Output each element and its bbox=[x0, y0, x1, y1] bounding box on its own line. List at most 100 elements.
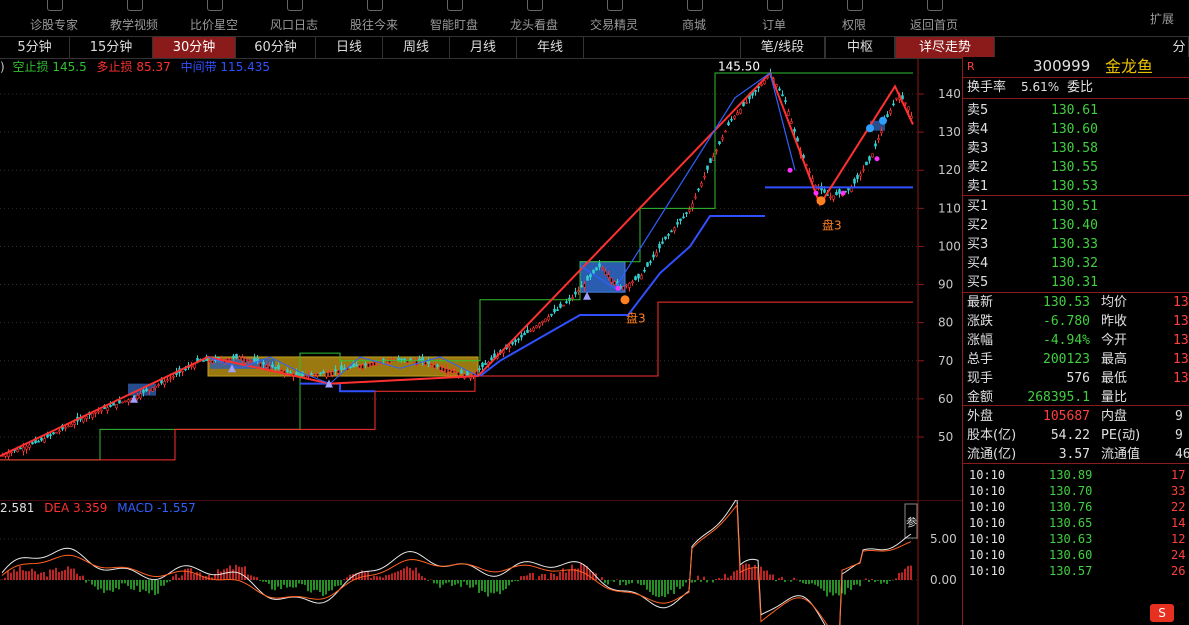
y-tick-label: 140 bbox=[938, 87, 961, 101]
tick-volume: 12 bbox=[1171, 532, 1186, 546]
toolbar-button[interactable]: 返回首页 bbox=[894, 0, 974, 36]
short-stop-value: 145.5 bbox=[52, 60, 87, 74]
tick-time: 10:10 bbox=[969, 564, 1006, 578]
candle-body bbox=[454, 371, 457, 373]
candle-body bbox=[106, 407, 109, 411]
tab-period[interactable]: 60分钟 bbox=[236, 37, 316, 58]
candle-body bbox=[793, 129, 796, 132]
stat-label-2: 最低 bbox=[1101, 371, 1128, 386]
toolbar-button[interactable]: 权限 bbox=[814, 0, 894, 36]
candle-body bbox=[235, 353, 238, 358]
candle-body bbox=[52, 432, 55, 435]
toolbar-button[interactable]: 智能盯盘 bbox=[414, 0, 494, 36]
signal-dot bbox=[813, 190, 819, 196]
tick-row: 10:10 130.57 26 bbox=[963, 563, 1189, 579]
bid-label: 买1 bbox=[967, 199, 989, 214]
candle-body bbox=[277, 364, 280, 370]
toolbar-button[interactable]: 教学视频 bbox=[94, 0, 174, 36]
tab-period[interactable]: 年线 bbox=[517, 37, 584, 58]
candle-body bbox=[367, 363, 370, 368]
candle-body bbox=[451, 370, 454, 374]
toolbar-icon bbox=[527, 0, 543, 11]
macd-chart[interactable]: 5.00 0.00 参 bbox=[0, 500, 962, 625]
signal-dot bbox=[615, 285, 621, 291]
turnover-value: 5.61% bbox=[1021, 80, 1060, 94]
candle-body bbox=[703, 176, 706, 178]
candle-body bbox=[481, 362, 484, 368]
candle-body bbox=[760, 83, 763, 86]
candlestick-chart[interactable]: 140 130 120 110 100 90 80 70 60 50 盘3 盘3 145.50 bbox=[0, 58, 962, 500]
stat-value-2: 9 bbox=[1175, 428, 1183, 443]
tab-period[interactable]: 月线 bbox=[450, 37, 517, 58]
toolbar-button[interactable]: 诊股专家 bbox=[14, 0, 94, 36]
tab-period[interactable]: 周线 bbox=[383, 37, 450, 58]
toolbar-button[interactable]: 商城 bbox=[654, 0, 734, 36]
candle-body bbox=[70, 423, 73, 427]
toolbar-icon bbox=[927, 0, 943, 11]
candle-body bbox=[262, 362, 265, 365]
ask-label: 卖1 bbox=[967, 179, 989, 194]
candle-body bbox=[646, 262, 649, 267]
candle-body bbox=[526, 329, 529, 333]
candle-body bbox=[82, 417, 85, 423]
tab-period[interactable]: 15分钟 bbox=[70, 37, 153, 58]
stat-row: 总手 200123 最高 13 bbox=[963, 350, 1189, 369]
stat-label-2: 今开 bbox=[1101, 333, 1128, 348]
tab-period[interactable]: 5分钟 bbox=[0, 37, 70, 58]
toolbar-button[interactable]: 订单 bbox=[734, 0, 814, 36]
candle-body bbox=[37, 440, 40, 443]
toolbar-icon bbox=[207, 0, 223, 11]
candle-body bbox=[625, 284, 628, 287]
dif-value: 2.581 bbox=[0, 501, 35, 515]
toolbar-label: 返回首页 bbox=[909, 18, 958, 32]
candle-body bbox=[322, 371, 325, 374]
ask-row: 卖1 130.53 bbox=[963, 177, 1189, 196]
candle-body bbox=[154, 385, 157, 389]
toolbar-button[interactable]: 比价星空 bbox=[174, 0, 254, 36]
stat-value: 130.53 bbox=[1043, 295, 1090, 310]
toolbar-button[interactable]: 交易精灵 bbox=[574, 0, 654, 36]
bid-label: 买2 bbox=[967, 218, 989, 233]
candle-body bbox=[595, 267, 598, 271]
expand-button[interactable]: 扩展 bbox=[1150, 10, 1174, 27]
stat-label-2: 内盘 bbox=[1101, 409, 1128, 424]
stat-label: 股本(亿) bbox=[967, 428, 1017, 443]
candle-body bbox=[334, 369, 337, 372]
candle-body bbox=[784, 100, 787, 102]
tab-edge[interactable]: 分 bbox=[1170, 37, 1189, 58]
tab-chan[interactable]: 中枢 bbox=[825, 37, 895, 58]
tab-period[interactable]: 日线 bbox=[316, 37, 383, 58]
candle-body bbox=[325, 372, 328, 378]
candle-body bbox=[892, 103, 895, 106]
tick-time: 10:10 bbox=[969, 548, 1006, 562]
ask-row: 卖5 130.61 bbox=[963, 101, 1189, 120]
candle-body bbox=[715, 149, 718, 152]
candle-body bbox=[709, 158, 712, 163]
tick-time: 10:10 bbox=[969, 532, 1006, 546]
mid-band-label: 中间带 bbox=[180, 60, 217, 74]
ask-label: 卖2 bbox=[967, 160, 989, 175]
tab-period[interactable]: 30分钟 bbox=[153, 37, 236, 58]
toolbar-icon bbox=[287, 0, 303, 11]
tick-row: 10:10 130.76 22 bbox=[963, 499, 1189, 515]
toolbar-label: 龙头看盘 bbox=[509, 18, 558, 32]
candle-body bbox=[448, 369, 451, 373]
macd-tick-label: 0.00 bbox=[930, 573, 957, 587]
stat-label: 流通(亿) bbox=[967, 447, 1017, 462]
candle-body bbox=[250, 360, 253, 362]
candle-body bbox=[94, 411, 97, 414]
candle-body bbox=[529, 329, 532, 332]
tab-chan[interactable]: 详尽走势 bbox=[895, 37, 995, 58]
toolbar-icon bbox=[767, 0, 783, 11]
toolbar-button[interactable]: 风口日志 bbox=[254, 0, 334, 36]
candle-body bbox=[664, 236, 667, 240]
tab-chan[interactable]: 笔/线段 bbox=[740, 37, 825, 58]
toolbar-button[interactable]: 龙头看盘 bbox=[494, 0, 574, 36]
toolbar-button[interactable]: 股往今来 bbox=[334, 0, 414, 36]
toolbar-icon bbox=[607, 0, 623, 11]
sogou-logo-icon[interactable]: S bbox=[1150, 604, 1174, 622]
y-tick-label: 100 bbox=[938, 239, 961, 253]
candle-body bbox=[358, 365, 361, 369]
candle-body bbox=[835, 192, 838, 195]
tick-price: 130.89 bbox=[1049, 468, 1093, 482]
